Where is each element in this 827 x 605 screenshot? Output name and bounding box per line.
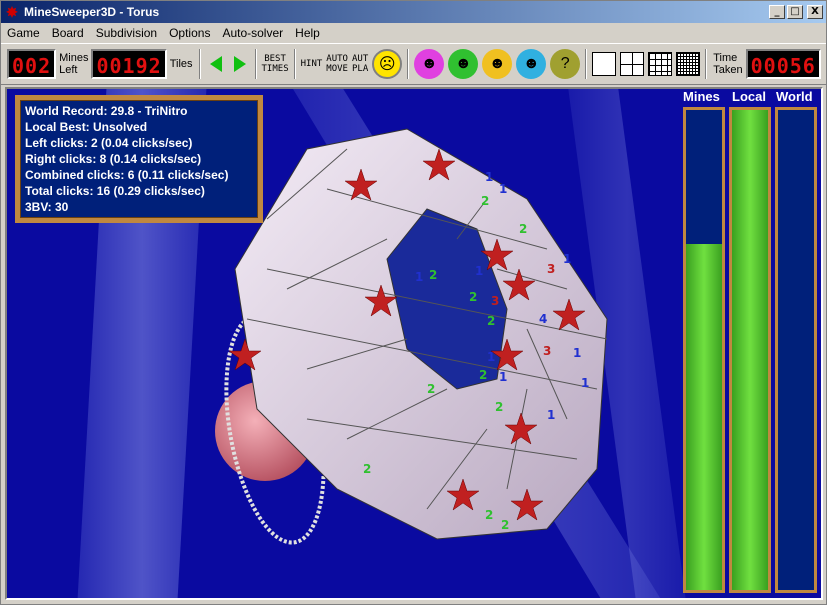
world-record-text: World Record: 29.8 - TriNitro — [25, 104, 188, 118]
title-bar[interactable]: ✸ MineSweeper3D - Torus _ □ X — [1, 1, 826, 23]
grid-1x1-button[interactable] — [592, 52, 617, 76]
menu-subdivision[interactable]: Subdivision — [90, 26, 163, 40]
total-clicks-text: Total clicks: 16 (0.29 clicks/sec) — [25, 184, 205, 198]
question-bug-icon[interactable]: ? — [550, 49, 581, 79]
auto-move-label-1: AUTO — [326, 54, 348, 64]
toolbar-separator — [585, 49, 588, 79]
tile-number: 3 — [543, 344, 551, 358]
mine-app-icon: ✸ — [6, 4, 18, 20]
best-times-button[interactable]: BEST TIMES — [260, 48, 291, 80]
mines-left-label-line1: Mines — [59, 52, 89, 64]
tile-number: 2 — [495, 400, 503, 414]
tile-number: 3 — [491, 294, 499, 308]
auto-play-button[interactable]: AUT PLA — [350, 48, 370, 80]
tile-number: 1 — [475, 264, 483, 278]
left-clicks-text: Left clicks: 2 (0.04 clicks/sec) — [25, 136, 193, 150]
auto-move-label-2: MOVE — [326, 64, 348, 74]
grid-4x4-button[interactable] — [648, 52, 673, 76]
tile-number: 1 — [547, 408, 555, 422]
minimize-button[interactable]: _ — [769, 5, 785, 19]
tile-number: 2 — [469, 290, 477, 304]
mines-left-counter: 002 — [7, 49, 57, 79]
world-meter — [775, 107, 817, 593]
tile-number: 2 — [427, 382, 435, 396]
auto-play-label-2: PLA — [351, 64, 369, 74]
menu-options[interactable]: Options — [163, 26, 216, 40]
toolbar: 002 Mines Left 00192 Tiles BEST TIMES HI… — [1, 43, 826, 85]
toolbar-separator — [198, 49, 201, 79]
tiles-label: Tiles — [169, 58, 193, 70]
tile-number: 2 — [363, 462, 371, 476]
auto-move-button[interactable]: AUTO MOVE — [324, 48, 350, 80]
time-label-line1: Time — [713, 52, 738, 64]
best-times-label-1: BEST — [264, 54, 286, 64]
smiley-face-button[interactable]: ☹ — [372, 49, 403, 79]
tile-number: 2 — [479, 368, 487, 382]
tile-number: 2 — [481, 194, 489, 208]
tiles-counter: 00192 — [91, 49, 167, 79]
tile-number: 1 — [499, 370, 507, 384]
menu-auto-solver[interactable]: Auto-solver — [216, 26, 289, 40]
mines-meter — [683, 107, 725, 593]
toolbar-separator — [293, 49, 296, 79]
green-face-icon[interactable]: ☻ — [448, 49, 479, 79]
hint-button[interactable]: HINT — [299, 48, 325, 80]
best-times-label-2: TIMES — [261, 64, 289, 74]
mines-left-label-line2: Left — [59, 64, 78, 76]
tile-number: 1 — [415, 270, 423, 284]
window-title: MineSweeper3D - Torus — [24, 5, 160, 19]
stats-panel: World Record: 29.8 - TriNitro Local Best… — [15, 95, 263, 223]
app-window: ✸ MineSweeper3D - Torus _ □ X Game Board… — [0, 0, 827, 605]
mines-left-label: Mines Left — [56, 52, 91, 76]
tile-number: 4 — [539, 312, 547, 326]
local-best-text: Local Best: Unsolved — [25, 120, 148, 134]
grid-8x8-button[interactable] — [676, 52, 701, 76]
menu-bar: Game Board Subdivision Options Auto-solv… — [1, 23, 826, 42]
right-clicks-text: Right clicks: 8 (0.14 clicks/sec) — [25, 152, 202, 166]
tile-number: 2 — [485, 508, 493, 522]
local-meter-fill — [732, 110, 768, 590]
3bv-text: 3BV: 30 — [25, 200, 69, 214]
next-arrow-icon[interactable] — [233, 56, 246, 72]
toolbar-separator — [705, 49, 708, 79]
tile-number: 1 — [563, 252, 571, 266]
time-taken-counter: 00056 — [745, 49, 821, 79]
tile-number: 1 — [487, 350, 495, 364]
tile-number: 1 — [485, 170, 493, 184]
time-label-line2: Taken — [713, 64, 743, 76]
tile-number: 2 — [487, 314, 495, 328]
local-meter — [729, 107, 771, 593]
tile-number: 2 — [429, 268, 437, 282]
world-meter-label: World — [776, 89, 813, 104]
blue-face-icon[interactable]: ☻ — [516, 49, 547, 79]
tile-number: 3 — [547, 262, 555, 276]
toolbar-separator — [254, 49, 257, 79]
menu-board[interactable]: Board — [46, 26, 90, 40]
tile-number: 1 — [499, 182, 507, 196]
tile-number: 1 — [573, 346, 581, 360]
mines-meter-fill — [686, 244, 722, 590]
combined-clicks-text: Combined clicks: 6 (0.11 clicks/sec) — [25, 168, 229, 182]
menu-help[interactable]: Help — [289, 26, 326, 40]
close-button[interactable]: X — [807, 5, 823, 19]
mines-meter-label: Mines — [683, 89, 720, 104]
grid-2x2-button[interactable] — [620, 52, 645, 76]
progress-meters: Mines Local World — [679, 87, 823, 600]
auto-play-label-1: AUT — [351, 54, 369, 64]
tile-number: 1 — [581, 376, 589, 390]
alien-face-icon[interactable]: ☻ — [414, 49, 445, 79]
maximize-button[interactable]: □ — [787, 5, 803, 19]
previous-arrow-icon[interactable] — [209, 56, 222, 72]
toolbar-separator — [407, 49, 410, 79]
graduate-face-icon[interactable]: ☻ — [482, 49, 513, 79]
tile-number: 2 — [501, 518, 509, 532]
local-meter-label: Local — [732, 89, 766, 104]
tile-number: 2 — [519, 222, 527, 236]
time-taken-label: Time Taken — [710, 52, 745, 76]
menu-game[interactable]: Game — [1, 26, 46, 40]
